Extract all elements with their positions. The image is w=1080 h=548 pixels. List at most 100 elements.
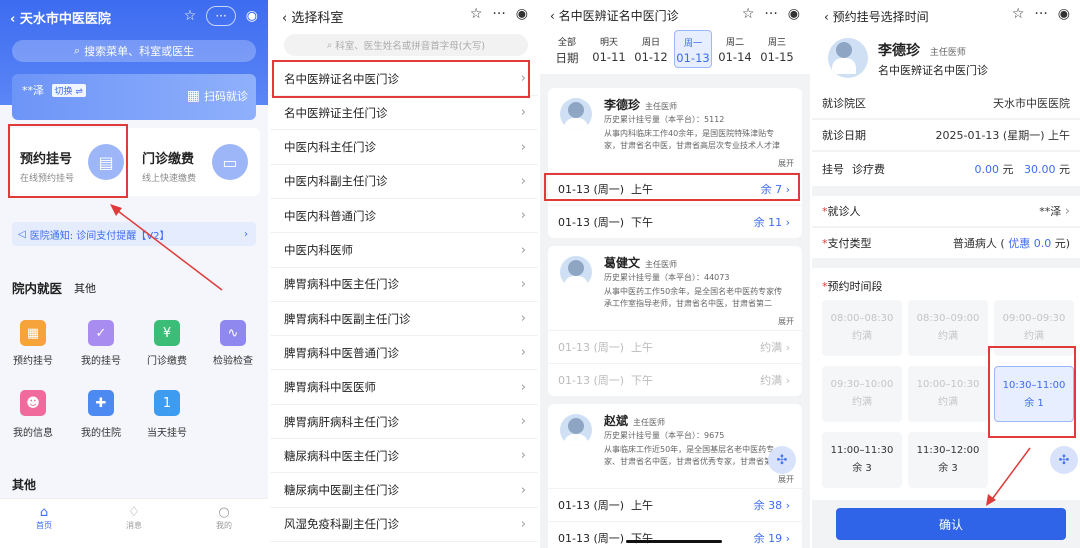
- section-other: 其他: [12, 478, 37, 492]
- scan-label: 扫码就诊: [204, 90, 248, 103]
- grid-label-inpatient: 我的住院: [81, 428, 121, 439]
- doctor-bio: 从事中医药工作50余年，是全国名老中医药专家传承工作室指导老师，甘肃省名中医，甘…: [604, 287, 783, 308]
- star-icon[interactable]: ☆: [742, 6, 755, 22]
- payment-subtitle: 线上快速缴费: [142, 174, 197, 184]
- speaker-icon: ◁: [18, 228, 26, 240]
- tab-home[interactable]: ⌂ 首页: [14, 505, 74, 531]
- slot-remaining: 余 19 ›: [753, 531, 790, 545]
- date-option[interactable]: 周日 01-12: [632, 30, 670, 68]
- more-icon[interactable]: ···: [492, 6, 505, 22]
- menu-capsule[interactable]: ···: [206, 6, 236, 26]
- time-slot-row[interactable]: 01-13 (周一) 上午余 38 ›: [548, 488, 802, 520]
- tab-mine[interactable]: ○ 我的: [194, 505, 254, 531]
- tab-bar: ⌂ 首页 ♢ 消息 ○ 我的: [0, 498, 268, 548]
- date-option[interactable]: 周三 01-15: [758, 30, 796, 68]
- chevron-right-icon: ›: [520, 379, 526, 395]
- close-target-icon[interactable]: ◉: [516, 6, 528, 22]
- time-slot-option[interactable]: 11:30–12:00 余 3: [908, 432, 988, 488]
- department-item[interactable]: 脾胃病科中医医师 ›: [270, 371, 538, 405]
- registration-count: 历史累计挂号量（本平台）：5112: [604, 115, 725, 124]
- switch-patient-button[interactable]: 切换 ⇌: [51, 84, 86, 97]
- date-option[interactable]: 全部 日期: [548, 30, 586, 68]
- chevron-right-icon: ›: [1064, 204, 1070, 219]
- doctor-title: 主任医师: [645, 260, 678, 269]
- home-search-bar[interactable]: ⌕ 搜索菜单、科室或医生: [12, 40, 256, 62]
- department-item[interactable]: 中医内科主任门诊 ›: [270, 131, 538, 165]
- time-slot-row[interactable]: 01-13 (周一) 下午余 19 ›: [548, 521, 802, 548]
- back-header[interactable]: ‹ 选择科室: [282, 7, 343, 26]
- payment-title: 门诊缴费: [142, 152, 195, 167]
- calendar-icon[interactable]: ▦: [20, 320, 46, 346]
- department-item[interactable]: 脾胃病科中医普通门诊 ›: [270, 336, 538, 371]
- time-slot-row[interactable]: 01-13 (周一) 下午余 11 ›: [548, 205, 802, 237]
- close-target-icon[interactable]: ◉: [1058, 6, 1070, 22]
- close-target-icon[interactable]: ◉: [788, 6, 800, 22]
- department-item[interactable]: 脾胃病肝病科主任门诊 ›: [270, 405, 538, 439]
- close-target-icon[interactable]: ◉: [246, 8, 258, 24]
- back-chevron-icon: ‹: [282, 11, 292, 26]
- doctor-card[interactable]: 葛健文 主任医师 历史累计挂号量（本平台）：44073 从事中医药工作50余年，是全国…: [548, 246, 802, 396]
- department-item[interactable]: 中医内科副主任门诊 ›: [270, 165, 538, 199]
- star-icon[interactable]: ☆: [184, 8, 197, 24]
- more-icon[interactable]: ···: [1034, 6, 1047, 22]
- department-item[interactable]: 中医内科普通门诊 ›: [270, 199, 538, 234]
- payment-entry[interactable]: 门诊缴费 线上快速缴费: [142, 148, 196, 184]
- time-slot-option: 08:00–08:30 约满: [822, 300, 902, 356]
- doctor-avatar: [560, 414, 592, 446]
- user-info-icon[interactable]: ☻: [20, 390, 46, 416]
- hospital-bed-icon[interactable]: ✚: [88, 390, 114, 416]
- timeslot-label: *预约时间段: [822, 280, 883, 293]
- tab-other[interactable]: 其他: [74, 280, 96, 296]
- apps-fab-icon[interactable]: ✣: [768, 446, 796, 474]
- department-item[interactable]: 名中医辨证主任门诊 ›: [270, 96, 538, 131]
- annotation-arrow: [986, 447, 1031, 506]
- grid-label-lab: 检验检查: [213, 356, 253, 367]
- slot-remaining: 余 11 ›: [753, 215, 790, 229]
- more-icon[interactable]: ···: [764, 6, 777, 22]
- department-label: 脾胃病科中医主任门诊: [284, 277, 399, 292]
- yuan-icon[interactable]: ¥: [154, 320, 180, 346]
- department-item[interactable]: 糖尿病中医副主任门诊 ›: [270, 474, 538, 508]
- department-label: 脾胃病科中医医师: [284, 380, 376, 395]
- expand-link[interactable]: 展开: [778, 158, 794, 170]
- patient-card[interactable]: **泽 切换 ⇌ ▦ 扫码就诊: [12, 74, 256, 120]
- checklist-icon[interactable]: ✓: [88, 320, 114, 346]
- highlight-box-appointment: [8, 124, 128, 198]
- tab-messages[interactable]: ♢ 消息: [104, 505, 164, 531]
- back-header[interactable]: ‹ 预约挂号选择时间: [824, 8, 929, 25]
- department-item[interactable]: 风湿免疫科副主任门诊 ›: [270, 508, 538, 542]
- department-item[interactable]: 中医内科医师 ›: [270, 234, 538, 268]
- back-chevron-icon[interactable]: ‹: [10, 12, 20, 27]
- expand-link[interactable]: 展开: [778, 316, 794, 328]
- confirm-button[interactable]: 确认: [836, 508, 1066, 540]
- pulse-icon[interactable]: ∿: [220, 320, 246, 346]
- date-option[interactable]: 周二 01-14: [716, 30, 754, 68]
- doctor-avatar: [560, 256, 592, 288]
- date-option[interactable]: 明天 01-11: [590, 30, 628, 68]
- department-item[interactable]: 脾胃病科中医主任门诊 ›: [270, 268, 538, 302]
- section-inhospital[interactable]: 院内就医: [12, 278, 62, 297]
- department-search-input[interactable]: ⌕ 科室、医生姓名或拼音首字母(大写): [284, 34, 528, 56]
- payment-type-selector[interactable]: * 支付类型 普通病人 ( 优惠 0.0 元): [812, 228, 1080, 258]
- back-header[interactable]: ‹ 名中医辨证名中医门诊: [550, 7, 679, 24]
- slot-remaining: 约满 ›: [760, 373, 790, 387]
- apps-fab-icon[interactable]: ✣: [1050, 446, 1078, 474]
- doctor-card[interactable]: 赵斌 主任医师 历史累计挂号量（本平台）：9675 从事临床工作近50年，是全国基层名…: [548, 404, 802, 548]
- today-icon[interactable]: 1: [154, 390, 180, 416]
- department-item[interactable]: 糖尿病科中医主任门诊 ›: [270, 439, 538, 474]
- time-slot-option[interactable]: 11:00–11:30 余 3: [822, 432, 902, 488]
- time-slot-option: 09:30–10:00 约满: [822, 366, 902, 422]
- doctor-name-row: 李德珍 主任医师: [878, 40, 966, 60]
- department-item[interactable]: 脾胃病科中医副主任门诊 ›: [270, 302, 538, 337]
- expand-link[interactable]: 展开: [778, 474, 794, 486]
- doctor-card[interactable]: 李德珍 主任医师 历史累计挂号量（本平台）：5112 从事内科临床工作40余年，是国医…: [548, 88, 802, 238]
- star-icon[interactable]: ☆: [1012, 6, 1025, 22]
- scan-button[interactable]: ▦ 扫码就诊: [187, 88, 248, 104]
- doctor-avatar: [828, 38, 868, 78]
- date-option[interactable]: 周一 01-13: [674, 30, 712, 68]
- department-label: 糖尿病科中医主任门诊: [284, 448, 399, 463]
- patient-selector[interactable]: * 就诊人 **泽 ›: [812, 196, 1080, 226]
- grid-label-payment: 门诊缴费: [147, 356, 187, 367]
- star-icon[interactable]: ☆: [470, 6, 483, 22]
- card-payment-icon: ▭: [212, 144, 248, 180]
